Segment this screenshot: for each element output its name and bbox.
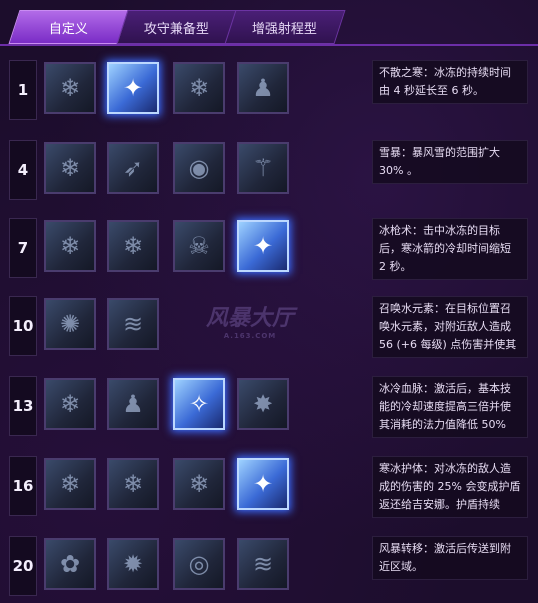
talent-button[interactable]: ❄ xyxy=(173,458,225,510)
talent-button[interactable]: ❄ xyxy=(173,62,225,114)
frost-shard-icon: ❄ xyxy=(59,470,81,498)
talent-button[interactable]: ❄ xyxy=(44,378,96,430)
frost-shard-icon: ❄ xyxy=(59,74,81,102)
level-label: 4 xyxy=(9,140,37,200)
frost-eye-icon: ◉ xyxy=(188,154,210,182)
ice-wave-icon: ≋ xyxy=(122,310,144,338)
talent-button[interactable]: ❄ xyxy=(44,62,96,114)
ice-crystal-icon: ✦ xyxy=(252,232,274,260)
frost-shard-icon: ❄ xyxy=(122,232,144,260)
tab-balanced[interactable]: 攻守兼备型 xyxy=(116,10,238,44)
talent-button[interactable]: ❄ xyxy=(44,142,96,194)
frost-orb-icon: ◎ xyxy=(188,550,210,578)
ice-lance-icon: ✧ xyxy=(188,390,210,418)
blink-icon: ✹ xyxy=(122,550,144,578)
talent-button[interactable]: ♟ xyxy=(237,62,289,114)
talent-button[interactable]: ♟ xyxy=(107,378,159,430)
talent-button[interactable]: ⚚ xyxy=(237,142,289,194)
talent-description: 风暴转移：激活后传送到附近区域。 xyxy=(372,536,528,580)
level-label: 16 xyxy=(9,456,37,516)
frost-shard-icon: ❄ xyxy=(122,470,144,498)
talent-button[interactable]: ✸ xyxy=(237,378,289,430)
frost-shard-icon: ❄ xyxy=(59,390,81,418)
talent-button[interactable]: ✺ xyxy=(44,298,96,350)
frost-shard-icon: ❄ xyxy=(188,470,210,498)
tab-custom[interactable]: 自定义 xyxy=(8,10,130,44)
talent-button[interactable]: ❄ xyxy=(107,458,159,510)
talent-button[interactable]: ✦ xyxy=(237,458,289,510)
talent-button[interactable]: ≋ xyxy=(237,538,289,590)
talent-button[interactable]: ✿ xyxy=(44,538,96,590)
frost-shard-icon: ❄ xyxy=(188,74,210,102)
ice-crystal-icon: ✦ xyxy=(122,74,144,102)
level-label: 13 xyxy=(9,376,37,436)
level-label: 1 xyxy=(9,60,37,120)
talent-description: 冰枪术：击中冰冻的目标后，寒冰箭的冷却时间缩短 2 秒。 xyxy=(372,218,528,280)
talent-description: 寒冰护体：对冰冻的敌人造成的伤害的 25% 会变成护盾返还给吉安娜。护盾持续 xyxy=(372,456,528,518)
level-label: 20 xyxy=(9,536,37,596)
tab-bar: 自定义 攻守兼备型 增强射程型 xyxy=(0,0,538,46)
talent-description: 不散之寒：冰冻的持续时间由 4 秒延长至 6 秒。 xyxy=(372,60,528,104)
water-elemental-icon: ✺ xyxy=(59,310,81,338)
talent-button[interactable]: ✦ xyxy=(107,62,159,114)
pink-mist-icon: ✿ xyxy=(59,550,81,578)
frost-shard-icon: ❄ xyxy=(59,154,81,182)
frost-figure-icon: ♟ xyxy=(252,74,274,102)
skull-icon: ☠ xyxy=(188,232,210,260)
level-label: 10 xyxy=(9,296,37,356)
talent-button[interactable]: ✹ xyxy=(107,538,159,590)
talent-description: 冰冷血脉：激活后，基本技能的冷却速度提高三倍并使其消耗的法力值降低 50% xyxy=(372,376,528,438)
frost-figure-icon: ♟ xyxy=(122,390,144,418)
talent-button[interactable]: ➶ xyxy=(107,142,159,194)
frost-shard-icon: ❄ xyxy=(59,232,81,260)
talent-button[interactable]: ❄ xyxy=(44,220,96,272)
ice-wave-icon: ≋ xyxy=(252,550,274,578)
watermark-logo: 风暴大厅 A.163.COM xyxy=(205,306,294,340)
talent-button[interactable]: ✧ xyxy=(173,378,225,430)
talent-button[interactable]: ◉ xyxy=(173,142,225,194)
talent-description: 雪暴：暴风雪的范围扩大 30% 。 xyxy=(372,140,528,184)
level-label: 7 xyxy=(9,218,37,278)
talent-button[interactable]: ≋ xyxy=(107,298,159,350)
talent-button[interactable]: ◎ xyxy=(173,538,225,590)
talent-button[interactable]: ✦ xyxy=(237,220,289,272)
talent-button[interactable]: ❄ xyxy=(44,458,96,510)
tab-range[interactable]: 增强射程型 xyxy=(224,10,346,44)
frost-staff-icon: ⚚ xyxy=(252,154,274,182)
claw-icon: ✸ xyxy=(252,390,274,418)
talent-description: 召唤水元素：在目标位置召唤水元素，对附近敌人造成 56 (+6 每级) 点伤害并… xyxy=(372,296,528,358)
ice-spear-icon: ➶ xyxy=(122,154,144,182)
talent-button[interactable]: ☠ xyxy=(173,220,225,272)
ice-crystal-icon: ✦ xyxy=(252,470,274,498)
talent-button[interactable]: ❄ xyxy=(107,220,159,272)
